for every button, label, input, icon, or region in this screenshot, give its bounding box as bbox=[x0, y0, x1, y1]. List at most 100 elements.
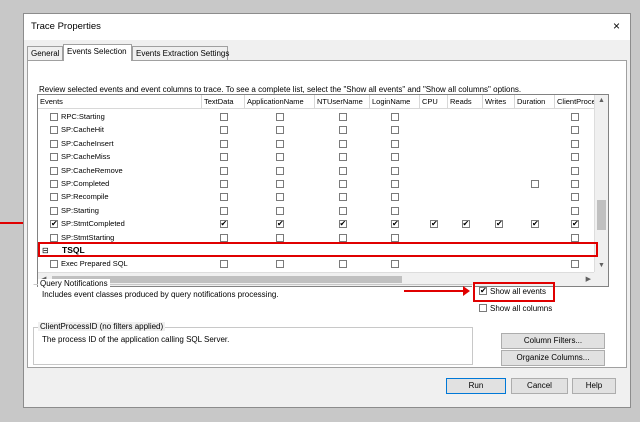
event-row[interactable]: RPC:Starting bbox=[38, 111, 595, 124]
event-checkbox[interactable] bbox=[50, 260, 58, 269]
column-checkbox[interactable] bbox=[219, 153, 228, 162]
category-row[interactable]: ⊟ TSQL bbox=[38, 245, 595, 258]
column-checkbox[interactable] bbox=[338, 139, 347, 148]
column-checkbox[interactable] bbox=[276, 153, 284, 162]
column-checkbox[interactable] bbox=[531, 180, 539, 188]
event-row[interactable]: Exec Prepared SQL bbox=[38, 258, 595, 271]
column-header[interactable]: NTUserName bbox=[315, 95, 370, 109]
column-checkbox[interactable] bbox=[338, 126, 347, 135]
tab-events-extraction-settings[interactable]: Events Extraction Settings bbox=[132, 46, 229, 60]
column-checkbox[interactable] bbox=[219, 166, 228, 175]
column-checkbox[interactable]: ✔ bbox=[495, 220, 503, 229]
column-checkbox[interactable] bbox=[338, 193, 347, 202]
column-checkbox[interactable] bbox=[338, 113, 347, 121]
event-row[interactable]: ✔ SP:StmtCompleted ✔ ✔ ✔ ✔ ✔ ✔ ✔ ✔ ✔ bbox=[38, 218, 595, 231]
column-checkbox[interactable] bbox=[571, 233, 579, 242]
event-row[interactable]: SP:CacheHit bbox=[38, 124, 595, 137]
column-checkbox[interactable]: ✔ bbox=[219, 220, 228, 229]
organize-columns-button[interactable]: Organize Columns... bbox=[501, 350, 605, 366]
column-checkbox[interactable] bbox=[219, 193, 228, 202]
event-checkbox[interactable] bbox=[50, 153, 58, 162]
column-header[interactable]: Writes bbox=[483, 95, 515, 109]
event-checkbox[interactable] bbox=[50, 233, 58, 242]
column-checkbox[interactable] bbox=[219, 180, 228, 188]
column-checkbox[interactable] bbox=[338, 206, 347, 215]
column-checkbox[interactable] bbox=[219, 126, 228, 135]
column-checkbox[interactable] bbox=[276, 193, 284, 202]
column-checkbox[interactable]: ✔ bbox=[571, 220, 579, 229]
column-checkbox[interactable]: ✔ bbox=[276, 220, 284, 229]
column-checkbox[interactable] bbox=[338, 153, 347, 162]
event-row[interactable]: SP:Recompile bbox=[38, 191, 595, 204]
event-checkbox[interactable] bbox=[50, 139, 58, 148]
scroll-up-icon[interactable]: ▲ bbox=[598, 97, 605, 104]
event-checkbox[interactable] bbox=[50, 126, 58, 135]
column-checkbox[interactable] bbox=[391, 193, 399, 202]
column-checkbox[interactable] bbox=[571, 113, 579, 121]
column-checkbox[interactable] bbox=[338, 180, 347, 188]
column-checkbox[interactable] bbox=[391, 139, 399, 148]
column-checkbox[interactable] bbox=[391, 113, 399, 121]
column-checkbox[interactable] bbox=[219, 139, 228, 148]
tab-events-selection[interactable]: Events Selection bbox=[63, 44, 132, 61]
column-checkbox[interactable] bbox=[571, 260, 579, 269]
show-all-columns-checkbox[interactable]: Show all columns bbox=[479, 303, 552, 313]
event-row[interactable]: SP:CacheInsert bbox=[38, 138, 595, 151]
column-checkbox[interactable] bbox=[219, 206, 228, 215]
event-row[interactable]: SP:CacheMiss bbox=[38, 151, 595, 164]
collapse-icon[interactable]: ⊟ bbox=[42, 246, 49, 255]
column-header[interactable]: ClientProcessID bbox=[555, 95, 595, 109]
cancel-button[interactable]: Cancel bbox=[511, 378, 568, 394]
event-checkbox[interactable] bbox=[50, 166, 58, 175]
show-all-columns-box[interactable] bbox=[479, 303, 487, 312]
column-checkbox[interactable] bbox=[391, 166, 399, 175]
column-checkbox[interactable] bbox=[391, 206, 399, 215]
column-checkbox[interactable] bbox=[391, 233, 399, 242]
column-checkbox[interactable] bbox=[276, 166, 284, 175]
column-checkbox[interactable] bbox=[391, 180, 399, 188]
column-checkbox[interactable] bbox=[571, 206, 579, 215]
column-checkbox[interactable]: ✔ bbox=[391, 220, 399, 229]
column-checkbox[interactable] bbox=[338, 260, 347, 269]
column-checkbox[interactable]: ✔ bbox=[338, 220, 347, 229]
column-header[interactable]: Reads bbox=[448, 95, 483, 109]
event-checkbox[interactable] bbox=[50, 206, 58, 215]
scroll-right-icon[interactable]: ▶ bbox=[586, 275, 591, 283]
column-checkbox[interactable] bbox=[571, 180, 579, 188]
event-checkbox[interactable] bbox=[50, 193, 58, 202]
column-checkbox[interactable] bbox=[276, 206, 284, 215]
column-checkbox[interactable] bbox=[571, 166, 579, 175]
column-checkbox[interactable] bbox=[276, 260, 284, 269]
column-checkbox[interactable] bbox=[276, 126, 284, 135]
column-checkbox[interactable] bbox=[571, 126, 579, 135]
column-header[interactable]: Events bbox=[38, 95, 202, 109]
scroll-thumb[interactable] bbox=[597, 200, 606, 230]
run-button[interactable]: Run bbox=[446, 378, 506, 394]
column-header[interactable]: CPU bbox=[420, 95, 448, 109]
column-checkbox[interactable] bbox=[571, 193, 579, 202]
column-checkbox[interactable] bbox=[338, 233, 347, 242]
column-checkbox[interactable] bbox=[219, 113, 228, 121]
column-checkbox[interactable] bbox=[571, 153, 579, 162]
column-checkbox[interactable] bbox=[219, 233, 228, 242]
column-checkbox[interactable] bbox=[571, 139, 579, 148]
close-icon[interactable]: × bbox=[613, 19, 620, 33]
column-checkbox[interactable] bbox=[276, 233, 284, 242]
column-checkbox[interactable] bbox=[276, 113, 284, 121]
event-checkbox[interactable] bbox=[50, 113, 58, 121]
column-checkbox[interactable] bbox=[391, 153, 399, 162]
event-row[interactable]: SP:Starting bbox=[38, 205, 595, 218]
tab-general[interactable]: General bbox=[27, 46, 63, 60]
show-all-events-box[interactable]: ✔ bbox=[479, 286, 487, 295]
event-row[interactable]: SP:Completed bbox=[38, 178, 595, 191]
event-row[interactable]: SP:StmtStarting bbox=[38, 232, 595, 245]
column-checkbox[interactable] bbox=[276, 139, 284, 148]
help-button[interactable]: Help bbox=[572, 378, 616, 394]
column-checkbox[interactable] bbox=[391, 260, 399, 269]
column-checkbox[interactable] bbox=[276, 180, 284, 188]
column-checkbox[interactable] bbox=[391, 126, 399, 135]
column-header[interactable]: ApplicationName bbox=[245, 95, 315, 109]
column-checkbox[interactable] bbox=[219, 260, 228, 269]
column-checkbox[interactable]: ✔ bbox=[531, 220, 539, 229]
scroll-down-icon[interactable]: ▼ bbox=[598, 262, 605, 269]
